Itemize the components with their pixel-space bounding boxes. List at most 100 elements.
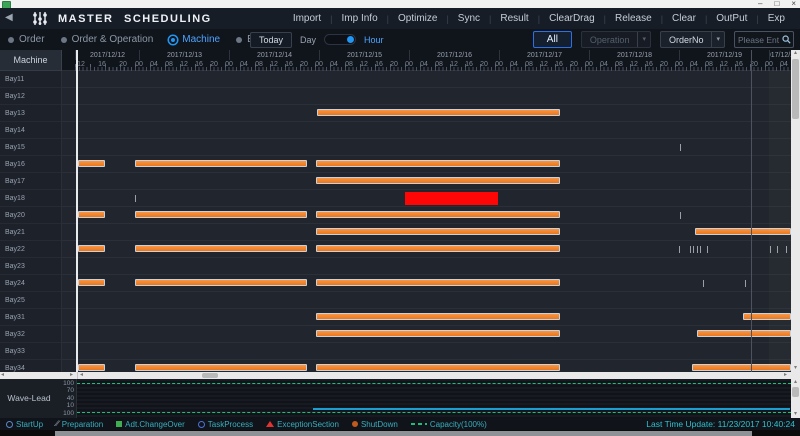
search-input[interactable]	[735, 35, 782, 45]
gantt-row-bay16	[62, 156, 791, 173]
menu-imp-info[interactable]: Imp Info	[333, 13, 387, 24]
menu-clear[interactable]: Clear	[663, 13, 705, 24]
back-icon[interactable]: ◀	[5, 12, 13, 23]
horizontal-scrollbar[interactable]: ◂ ▸ ◂ ▸	[0, 372, 800, 379]
wave-vertical-scrollbar[interactable]: ▴ ▾	[791, 379, 800, 418]
task-tick[interactable]	[680, 144, 681, 151]
task-bar[interactable]	[78, 364, 105, 371]
task-bar[interactable]	[316, 211, 560, 218]
view-radio-machine[interactable]: Machine	[169, 34, 220, 45]
day-header-2017-12-18: 2017/12/18	[589, 50, 679, 60]
task-bar[interactable]	[316, 160, 560, 167]
task-bar[interactable]	[135, 160, 307, 167]
task-tick[interactable]	[679, 246, 680, 253]
day-hour-toggle[interactable]	[324, 34, 356, 45]
task-bar[interactable]	[78, 211, 105, 218]
all-button[interactable]: All	[533, 31, 572, 48]
legend-item-adt-changeover: Adt.ChangeOver	[116, 420, 185, 429]
scroll-right-icon[interactable]: ▸	[784, 372, 787, 379]
operation-dropdown-value: Operation	[582, 35, 638, 45]
menu-release[interactable]: Release	[606, 13, 661, 24]
gantt-row-bay17	[62, 173, 791, 190]
menu-import[interactable]: Import	[284, 13, 330, 24]
task-bar[interactable]	[135, 245, 307, 252]
task-bar[interactable]	[78, 160, 105, 167]
task-bar[interactable]	[78, 279, 105, 286]
gantt-row-bay24	[62, 275, 791, 292]
task-bar[interactable]	[135, 364, 307, 371]
wave-label: Wave-Lead	[0, 393, 58, 403]
task-bar[interactable]	[317, 109, 560, 116]
task-tick[interactable]	[693, 246, 694, 253]
task-tick[interactable]	[680, 212, 681, 219]
wave-axis: 100704010100	[63, 380, 74, 417]
task-tick[interactable]	[745, 280, 746, 287]
legend-item-taskprocess: TaskProcess	[198, 420, 253, 429]
machine-row-label: Bay20	[0, 207, 61, 224]
scroll-up-icon[interactable]: ▴	[791, 50, 800, 57]
task-bar[interactable]	[135, 279, 307, 286]
search-box	[734, 31, 794, 48]
scroll-down-icon[interactable]: ▾	[791, 411, 800, 418]
task-bar[interactable]	[316, 330, 560, 337]
task-tick[interactable]	[135, 195, 136, 202]
operation-dropdown[interactable]: Operation ▾	[581, 31, 651, 48]
view-radio-order[interactable]: Order	[8, 34, 45, 45]
scrollbar-thumb[interactable]	[202, 373, 218, 378]
legend-item-capacity-100: Capacity(100%)	[411, 420, 487, 429]
orderno-dropdown[interactable]: OrderNo ▾	[660, 31, 725, 48]
app-logo-icon	[32, 11, 48, 31]
exceptionsection-icon	[266, 421, 274, 427]
menu-sync[interactable]: Sync	[449, 13, 489, 24]
scroll-right-icon[interactable]: ▸	[70, 372, 73, 379]
task-bar[interactable]	[316, 313, 560, 320]
exception-bar[interactable]	[405, 192, 498, 205]
task-bar[interactable]	[316, 279, 560, 286]
task-tick[interactable]	[703, 280, 704, 287]
wave-axis-value: 100	[63, 380, 74, 387]
today-button[interactable]: Today	[250, 32, 292, 48]
vertical-scrollbar[interactable]: ▴ ▾	[791, 50, 800, 372]
machine-row-label: Bay25	[0, 292, 61, 309]
task-bar[interactable]	[135, 211, 307, 218]
task-bar[interactable]	[316, 228, 560, 235]
minimize-button[interactable]: –	[758, 0, 762, 8]
menu-exp[interactable]: Exp	[759, 13, 794, 24]
gantt-row-bay34	[62, 360, 791, 372]
scroll-left-icon[interactable]: ◂	[1, 372, 4, 379]
task-bar[interactable]	[78, 245, 105, 252]
gantt-row-bay32	[62, 326, 791, 343]
machine-row-label: Bay14	[0, 122, 61, 139]
scroll-left-icon[interactable]: ◂	[80, 372, 83, 379]
menu-output[interactable]: OutPut	[707, 13, 756, 24]
view-radio-order-operation[interactable]: Order & Operation	[61, 34, 154, 45]
task-bar[interactable]	[316, 245, 560, 252]
gantt-chart	[62, 71, 791, 372]
scroll-down-icon[interactable]: ▾	[791, 365, 800, 372]
view-radio-label: Order	[19, 34, 45, 45]
maximize-button[interactable]: □	[774, 0, 779, 8]
machine-row-label: Bay15	[0, 139, 61, 156]
close-button[interactable]: ×	[791, 0, 796, 8]
menu-result[interactable]: Result	[491, 13, 537, 24]
capacity-line	[77, 383, 791, 384]
gantt-row-bay21	[62, 224, 791, 241]
task-tick[interactable]	[707, 246, 708, 253]
legend-item-label: TaskProcess	[208, 420, 253, 429]
scrollbar-thumb[interactable]	[792, 59, 799, 119]
task-bar[interactable]	[316, 177, 560, 184]
radio-icon	[169, 36, 177, 44]
menu-cleardrag[interactable]: ClearDrag	[540, 13, 604, 24]
menu-optimize[interactable]: Optimize	[389, 13, 446, 24]
task-tick[interactable]	[690, 246, 691, 253]
task-tick[interactable]	[700, 246, 701, 253]
search-icon[interactable]	[782, 35, 791, 44]
chevron-down-icon: ▾	[637, 32, 650, 47]
task-bar[interactable]	[316, 364, 560, 371]
machine-row-label: Bay12	[0, 88, 61, 105]
scroll-up-icon[interactable]: ▴	[791, 379, 800, 386]
task-tick[interactable]	[697, 246, 698, 253]
scrollbar-thumb[interactable]	[792, 387, 799, 397]
legend-item-label: Capacity(100%)	[430, 420, 487, 429]
machine-row-label: Bay21	[0, 224, 61, 241]
